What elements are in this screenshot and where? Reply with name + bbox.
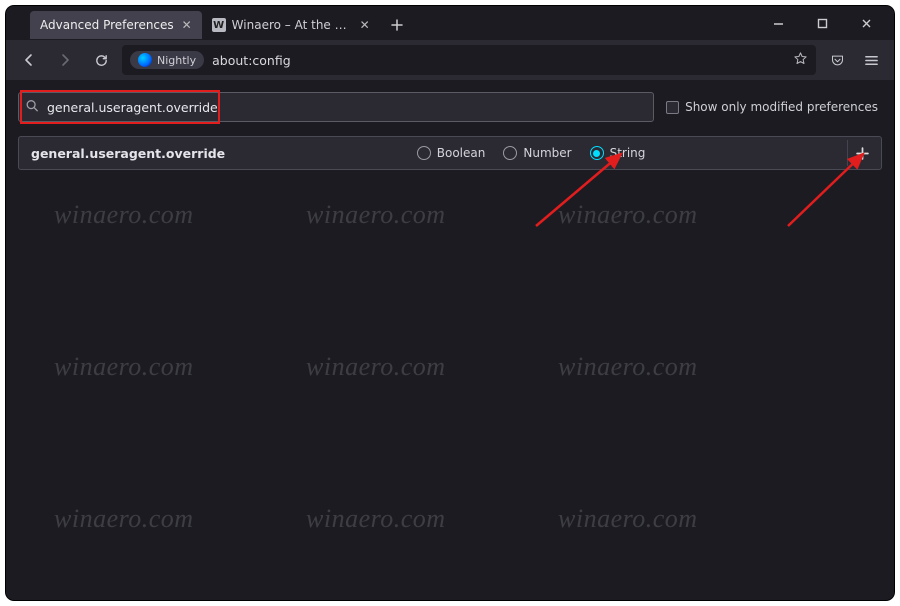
watermark: winaero.com	[558, 504, 698, 534]
watermark: winaero.com	[306, 352, 446, 382]
search-wrapper	[18, 92, 654, 122]
radio-label: String	[610, 146, 646, 160]
radio-icon	[503, 146, 517, 160]
back-icon	[21, 52, 37, 68]
close-icon[interactable]: ✕	[358, 18, 372, 32]
radio-label: Boolean	[437, 146, 486, 160]
radio-dot-icon	[593, 150, 600, 157]
preference-row: general.useragent.override Boolean Numbe…	[18, 136, 882, 170]
preference-name: general.useragent.override	[31, 146, 225, 161]
favicon-icon: W	[212, 18, 226, 32]
search-row: Show only modified preferences	[18, 90, 882, 124]
forward-button[interactable]	[50, 45, 80, 75]
tab-label: Winaero – At the edge of tweak	[232, 18, 352, 32]
star-icon	[793, 51, 808, 66]
pocket-button[interactable]	[822, 45, 852, 75]
forward-icon	[57, 52, 73, 68]
about-config-content: Show only modified preferences general.u…	[6, 80, 894, 600]
url-bar[interactable]: Nightly about:config	[122, 45, 816, 75]
close-window-button[interactable]	[844, 8, 888, 38]
back-button[interactable]	[14, 45, 44, 75]
watermark: winaero.com	[306, 200, 446, 230]
app-menu-button[interactable]	[856, 45, 886, 75]
radio-number[interactable]: Number	[503, 146, 571, 160]
tab-winaero[interactable]: W Winaero – At the edge of tweak ✕	[202, 11, 380, 39]
maximize-button[interactable]	[800, 8, 844, 38]
watermark: winaero.com	[54, 504, 194, 534]
preference-type-radios: Boolean Number String	[417, 146, 656, 160]
firefox-nightly-icon	[138, 53, 152, 67]
close-icon[interactable]: ✕	[180, 18, 194, 32]
watermark: winaero.com	[558, 352, 698, 382]
watermark: winaero.com	[558, 200, 698, 230]
window-controls	[756, 6, 894, 40]
hamburger-icon	[864, 53, 879, 68]
tab-advanced-preferences[interactable]: Advanced Preferences ✕	[30, 11, 202, 39]
minimize-icon	[773, 18, 784, 29]
bookmark-button[interactable]	[793, 51, 808, 69]
reload-icon	[94, 53, 109, 68]
nightly-chip: Nightly	[130, 51, 204, 69]
url-text: about:config	[212, 53, 785, 68]
tab-label: Advanced Preferences	[40, 18, 174, 32]
titlebar: Advanced Preferences ✕ W Winaero – At th…	[6, 6, 894, 40]
radio-boolean[interactable]: Boolean	[417, 146, 486, 160]
new-tab-button[interactable]	[384, 12, 410, 38]
minimize-button[interactable]	[756, 8, 800, 38]
radio-icon	[590, 146, 604, 160]
search-icon	[25, 98, 39, 117]
show-modified-label: Show only modified preferences	[685, 100, 878, 114]
tab-strip: Advanced Preferences ✕ W Winaero – At th…	[6, 6, 756, 40]
checkbox-icon	[666, 101, 679, 114]
navigation-toolbar: Nightly about:config	[6, 40, 894, 80]
pocket-icon	[830, 53, 845, 68]
browser-window: Advanced Preferences ✕ W Winaero – At th…	[6, 6, 894, 600]
plus-icon	[391, 19, 403, 31]
radio-icon	[417, 146, 431, 160]
close-icon	[861, 18, 872, 29]
watermark: winaero.com	[306, 504, 446, 534]
maximize-icon	[817, 18, 828, 29]
search-input[interactable]	[18, 92, 654, 122]
radio-label: Number	[523, 146, 571, 160]
add-preference-button[interactable]	[847, 140, 877, 166]
show-modified-toggle[interactable]: Show only modified preferences	[666, 100, 882, 114]
watermark: winaero.com	[54, 200, 194, 230]
watermark: winaero.com	[54, 352, 194, 382]
nightly-label: Nightly	[157, 54, 196, 67]
plus-icon	[856, 147, 869, 160]
radio-string[interactable]: String	[590, 146, 646, 160]
reload-button[interactable]	[86, 45, 116, 75]
